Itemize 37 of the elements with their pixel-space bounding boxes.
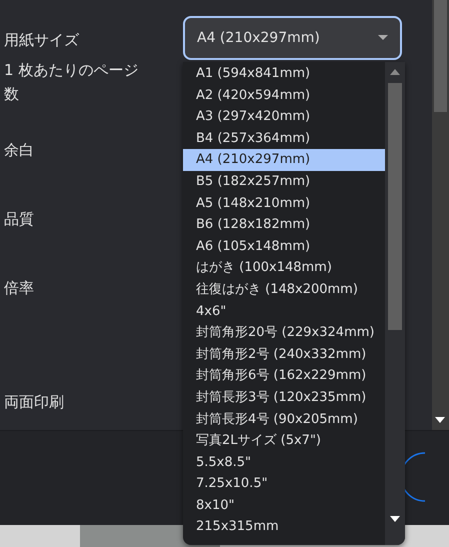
scrollbar[interactable] (432, 0, 449, 430)
setting-label: 余白 (4, 140, 35, 161)
scrollbar-thumb[interactable] (434, 0, 447, 112)
scroll-up-icon[interactable] (389, 68, 401, 76)
dropdown-option[interactable]: A1 (594x841mm) (183, 63, 385, 85)
dropdown-option[interactable]: 7.25x10.5" (183, 473, 385, 495)
scroll-down-icon[interactable] (434, 416, 446, 424)
setting-label: 両面印刷 (4, 392, 65, 413)
dropdown-option[interactable]: 封筒長形4号 (90x205mm) (183, 408, 385, 430)
dropdown-option[interactable]: B5 (182x257mm) (183, 170, 385, 193)
dropdown-option[interactable]: A5 (148x210mm) (183, 192, 385, 214)
dropdown-option[interactable]: B4 (257x364mm) (183, 128, 385, 150)
dropdown-option[interactable]: 4x6" (183, 300, 385, 322)
setting-label: 用紙サイズ (4, 30, 80, 51)
dropdown-option[interactable]: 215x315mm (183, 516, 385, 538)
scroll-down-icon[interactable] (389, 515, 401, 523)
dropdown-option[interactable]: 写真2Lサイズ (5x7") (183, 430, 385, 452)
dropdown-option[interactable]: B6 (128x182mm) (183, 214, 385, 236)
paper-size-select[interactable]: A4 (210x297mm) (183, 16, 402, 60)
dropdown-option[interactable]: A2 (420x594mm) (183, 84, 385, 106)
dropdown-option[interactable]: A4 (210x297mm) (183, 149, 385, 171)
scrollbar[interactable] (385, 62, 405, 545)
dropdown-option[interactable]: はがき (100x148mm) (183, 257, 385, 279)
scrollbar-thumb[interactable] (388, 83, 402, 330)
dropdown-option[interactable]: 封筒長形3号 (120x235mm) (183, 386, 385, 408)
dropdown-option[interactable]: 5.5x8.5" (183, 452, 385, 474)
dropdown-option[interactable]: A6 (105x148mm) (183, 236, 385, 258)
dropdown-option[interactable]: A3 (297x420mm) (183, 106, 385, 128)
dropdown-option[interactable]: 8x10" (183, 494, 385, 516)
dropdown-option[interactable]: 封筒角形2号 (240x332mm) (183, 344, 385, 366)
setting-label: 倍率 (4, 278, 35, 299)
dropdown-option[interactable]: 封筒角形6号 (162x229mm) (183, 365, 385, 387)
caret-icon (378, 35, 388, 41)
setting-label: 品質 (4, 209, 35, 230)
dropdown-option[interactable]: 封筒角形20号 (229x324mm) (183, 322, 385, 344)
setting-label: 1 枚あたりのページ数 (4, 60, 140, 105)
dropdown-option[interactable]: 往復はがき (148x200mm) (183, 278, 385, 301)
